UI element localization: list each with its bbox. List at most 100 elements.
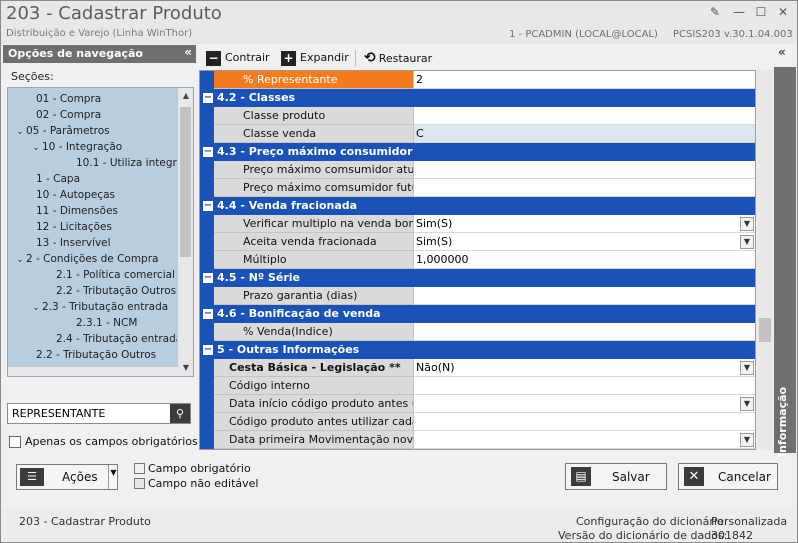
grid-category[interactable]: −5 - Outras Informações <box>200 341 755 359</box>
chevron-down-icon[interactable]: ▼ <box>740 361 754 375</box>
grid-category[interactable]: −4.5 - Nº Série <box>200 269 755 287</box>
tree-item[interactable]: 1 - Capa <box>24 171 80 187</box>
tree-item[interactable]: ⌄ 2 - Condições de Compra <box>14 251 158 267</box>
actions-dropdown-icon[interactable]: ▼ <box>108 465 118 489</box>
save-button[interactable]: ▤ Salvar <box>565 463 667 490</box>
expand-button[interactable]: + Expandir <box>281 49 349 67</box>
close-button[interactable]: ✕ <box>775 5 791 19</box>
required-only-checkbox[interactable] <box>9 436 21 448</box>
chevron-down-icon[interactable]: ▼ <box>740 433 754 447</box>
grid-property-row[interactable]: Prazo garantia (dias) <box>214 287 755 305</box>
grid-scrollbar-thumb[interactable] <box>759 318 771 342</box>
chevron-down-icon[interactable]: ⌄ <box>30 140 42 156</box>
scroll-down-icon[interactable]: ▼ <box>178 360 193 376</box>
grid-property-row[interactable]: Código interno <box>214 377 755 395</box>
tree-item[interactable]: 02 - Compra <box>24 107 101 123</box>
tree-item[interactable]: 01 - Compra <box>24 91 101 107</box>
tree-item[interactable]: 10 - Autopeças <box>24 187 115 203</box>
property-value-field[interactable] <box>414 413 755 431</box>
grid-property-row[interactable]: Preço máximo comsumidor futuro <box>214 179 755 197</box>
grid-property-row[interactable]: Data primeira Movimentação novo cód ▼ <box>214 431 755 449</box>
grid-category[interactable]: −4.4 - Venda fracionada <box>200 197 755 215</box>
tree-item[interactable]: 2.2 - Tributação Outros <box>44 283 176 299</box>
grid-property-row[interactable]: Cesta Básica - Legislação ** Não(N) ▼ <box>214 359 755 377</box>
property-value-field[interactable] <box>414 179 755 197</box>
tree-item[interactable]: 12 - Licitações <box>24 219 112 235</box>
actions-button[interactable]: ☰ Ações ▼ <box>16 464 118 490</box>
property-value-field[interactable]: 1,000000 <box>414 251 755 269</box>
collapse-category-icon[interactable]: − <box>203 345 213 355</box>
actions-icon: ☰ <box>20 468 44 486</box>
chevron-down-icon[interactable]: ▼ <box>740 235 754 249</box>
property-value-field[interactable] <box>414 377 755 395</box>
restore-button[interactable]: ⟲ Restaurar <box>364 49 432 67</box>
tree-vertical-scrollbar[interactable]: ▲ ▼ <box>177 88 193 376</box>
minimize-button[interactable]: — <box>731 5 747 19</box>
save-label: Salvar <box>612 470 650 484</box>
edit-icon[interactable]: ✎ <box>707 5 723 19</box>
grid-property-row[interactable]: Data início código produto antes utiliz ▼ <box>214 395 755 413</box>
tree-item[interactable]: 2.4 - Tributação entrada In <box>44 331 193 347</box>
collapse-category-icon[interactable]: − <box>203 309 213 319</box>
property-grid[interactable]: % Representante 2−4.2 - Classes Classe pro… <box>199 70 756 450</box>
grid-vertical-scrollbar[interactable] <box>757 70 773 450</box>
maximize-button[interactable]: ☐ <box>753 5 769 19</box>
collapse-info-icon[interactable]: « <box>778 45 786 59</box>
tree-item[interactable]: 2.3.1 - NCM <box>64 315 137 331</box>
property-value-field[interactable]: Não(N) ▼ <box>414 359 755 377</box>
tree-item[interactable]: 2.1 - Política comercial com <box>44 267 193 283</box>
info-strip[interactable]: Informação <box>774 67 796 457</box>
chevron-down-icon[interactable]: ▼ <box>740 397 754 411</box>
grid-property-row[interactable]: % Venda(Indice) <box>214 323 755 341</box>
property-value-field[interactable]: Sim(S) ▼ <box>414 215 755 233</box>
chevron-down-icon[interactable]: ⌄ <box>14 124 26 140</box>
tree-item[interactable]: ⌄ 05 - Parâmetros <box>14 123 109 140</box>
grid-property-row[interactable]: % Representante 2 <box>214 71 755 89</box>
tree-item[interactable]: ⌄ 10 - Integração <box>30 139 122 155</box>
scroll-up-icon[interactable]: ▲ <box>178 88 193 104</box>
collapse-category-icon[interactable]: − <box>203 201 213 211</box>
scrollbar-thumb[interactable] <box>180 107 191 257</box>
grid-property-row[interactable]: Preço máximo comsumidor atual <box>214 161 755 179</box>
property-value-field[interactable]: ▼ <box>414 395 755 413</box>
property-value-field[interactable]: Sim(S) ▼ <box>414 233 755 251</box>
property-value-field[interactable] <box>414 287 755 305</box>
chevron-down-icon[interactable]: ⌄ <box>14 252 26 268</box>
tree-item[interactable]: 11 - Dimensões <box>24 203 118 219</box>
grid-category[interactable]: −4.3 - Preço máximo consumidor <box>200 143 755 161</box>
property-value-field[interactable]: ▼ <box>414 431 755 449</box>
cancel-button[interactable]: ✕ Cancelar <box>678 463 778 490</box>
grid-property-row[interactable]: Aceita venda fracionada Sim(S) ▼ <box>214 233 755 251</box>
collapse-nav-icon[interactable]: « <box>184 45 192 59</box>
property-name: Data primeira Movimentação novo cód <box>214 431 414 449</box>
chevron-down-icon[interactable]: ▼ <box>740 217 754 231</box>
collapse-category-icon[interactable]: − <box>203 273 213 283</box>
property-value-field[interactable] <box>414 323 755 341</box>
collapse-category-icon[interactable]: − <box>203 93 213 103</box>
property-value-field[interactable] <box>414 107 755 125</box>
property-value-field[interactable]: C <box>414 125 755 143</box>
grid-toolbar: − Contrair + Expandir ⟲ Restaurar <box>198 47 773 69</box>
tree-item[interactable]: 10.1 - Utiliza integração <box>64 155 193 171</box>
search-icon[interactable]: ⚲ <box>170 404 190 423</box>
tree-item[interactable]: 2.2 - Tributação Outros <box>24 347 156 363</box>
property-value: Sim(S) <box>416 217 453 230</box>
grid-property-row[interactable]: Classe venda C <box>214 125 755 143</box>
grid-property-row[interactable]: Múltiplo 1,000000 <box>214 251 755 269</box>
grid-category[interactable]: −4.2 - Classes <box>200 89 755 107</box>
tree-item[interactable]: ⌄ 2.3 - Tributação entrada <box>30 299 168 315</box>
tree-horizontal-scrollbar[interactable] <box>8 366 179 376</box>
grid-category[interactable]: −4.6 - Bonificação de venda <box>200 305 755 323</box>
grid-property-row[interactable]: Código produto antes utilizar cadastro <box>214 413 755 431</box>
collapse-button[interactable]: − Contrair <box>206 49 270 67</box>
status-bar: 203 - Cadastrar Produto Configuração do … <box>1 506 797 542</box>
grid-property-row[interactable]: Verificar multiplo na venda bonificaSim(… <box>214 215 755 233</box>
grid-property-row[interactable]: Classe produto <box>214 107 755 125</box>
search-input[interactable]: REPRESENTANTE ⚲ <box>7 403 191 424</box>
property-value-field[interactable]: 2 <box>414 71 755 89</box>
tree-item[interactable]: 13 - Inservível <box>24 235 111 251</box>
collapse-category-icon[interactable]: − <box>203 147 213 157</box>
sections-tree[interactable]: ⌄3 - Armazenagem2.2 - Tributação Outros2… <box>7 87 194 377</box>
property-value-field[interactable] <box>414 161 755 179</box>
chevron-down-icon[interactable]: ⌄ <box>30 300 42 316</box>
